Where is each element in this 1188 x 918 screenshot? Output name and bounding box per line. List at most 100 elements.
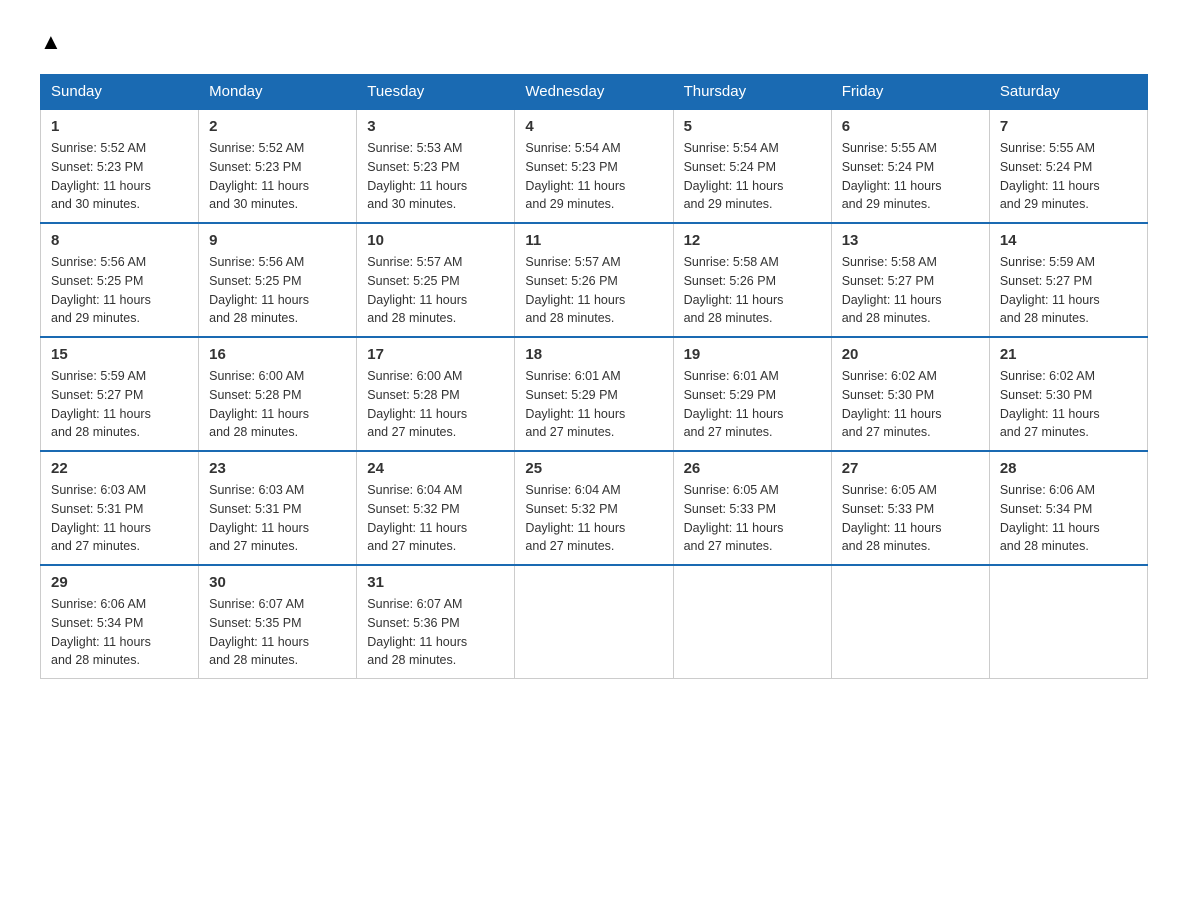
day-number: 24 [367, 460, 504, 477]
day-number: 2 [209, 118, 346, 135]
day-number: 14 [1000, 232, 1137, 249]
day-info: Sunrise: 6:05 AM Sunset: 5:33 PM Dayligh… [842, 481, 979, 556]
calendar-cell: 8 Sunrise: 5:56 AM Sunset: 5:25 PM Dayli… [41, 223, 199, 337]
day-number: 15 [51, 346, 188, 363]
day-info: Sunrise: 6:07 AM Sunset: 5:36 PM Dayligh… [367, 595, 504, 670]
day-info: Sunrise: 6:02 AM Sunset: 5:30 PM Dayligh… [842, 367, 979, 442]
calendar-cell: 31 Sunrise: 6:07 AM Sunset: 5:36 PM Dayl… [357, 565, 515, 679]
calendar-cell: 18 Sunrise: 6:01 AM Sunset: 5:29 PM Dayl… [515, 337, 673, 451]
day-number: 9 [209, 232, 346, 249]
day-info: Sunrise: 5:57 AM Sunset: 5:25 PM Dayligh… [367, 253, 504, 328]
calendar-cell: 21 Sunrise: 6:02 AM Sunset: 5:30 PM Dayl… [989, 337, 1147, 451]
day-number: 21 [1000, 346, 1137, 363]
day-info: Sunrise: 5:53 AM Sunset: 5:23 PM Dayligh… [367, 139, 504, 214]
day-info: Sunrise: 6:01 AM Sunset: 5:29 PM Dayligh… [684, 367, 821, 442]
day-info: Sunrise: 6:02 AM Sunset: 5:30 PM Dayligh… [1000, 367, 1137, 442]
day-number: 16 [209, 346, 346, 363]
day-info: Sunrise: 6:04 AM Sunset: 5:32 PM Dayligh… [525, 481, 662, 556]
day-number: 17 [367, 346, 504, 363]
day-number: 31 [367, 574, 504, 591]
day-info: Sunrise: 6:06 AM Sunset: 5:34 PM Dayligh… [1000, 481, 1137, 556]
header-sunday: Sunday [41, 75, 199, 110]
calendar-cell: 14 Sunrise: 5:59 AM Sunset: 5:27 PM Dayl… [989, 223, 1147, 337]
header-monday: Monday [199, 75, 357, 110]
day-number: 18 [525, 346, 662, 363]
calendar-cell: 20 Sunrise: 6:02 AM Sunset: 5:30 PM Dayl… [831, 337, 989, 451]
calendar-cell: 6 Sunrise: 5:55 AM Sunset: 5:24 PM Dayli… [831, 109, 989, 223]
week-row-1: 1 Sunrise: 5:52 AM Sunset: 5:23 PM Dayli… [41, 109, 1148, 223]
calendar-cell: 24 Sunrise: 6:04 AM Sunset: 5:32 PM Dayl… [357, 451, 515, 565]
day-number: 27 [842, 460, 979, 477]
calendar-cell [515, 565, 673, 679]
calendar-cell [673, 565, 831, 679]
day-number: 30 [209, 574, 346, 591]
day-number: 5 [684, 118, 821, 135]
day-number: 19 [684, 346, 821, 363]
day-number: 4 [525, 118, 662, 135]
calendar-cell: 3 Sunrise: 5:53 AM Sunset: 5:23 PM Dayli… [357, 109, 515, 223]
day-info: Sunrise: 5:56 AM Sunset: 5:25 PM Dayligh… [51, 253, 188, 328]
calendar-cell: 25 Sunrise: 6:04 AM Sunset: 5:32 PM Dayl… [515, 451, 673, 565]
day-info: Sunrise: 6:05 AM Sunset: 5:33 PM Dayligh… [684, 481, 821, 556]
day-info: Sunrise: 6:01 AM Sunset: 5:29 PM Dayligh… [525, 367, 662, 442]
calendar-cell: 11 Sunrise: 5:57 AM Sunset: 5:26 PM Dayl… [515, 223, 673, 337]
header-wednesday: Wednesday [515, 75, 673, 110]
calendar-cell: 23 Sunrise: 6:03 AM Sunset: 5:31 PM Dayl… [199, 451, 357, 565]
day-info: Sunrise: 5:55 AM Sunset: 5:24 PM Dayligh… [1000, 139, 1137, 214]
calendar-header: SundayMondayTuesdayWednesdayThursdayFrid… [41, 75, 1148, 110]
calendar-cell [989, 565, 1147, 679]
day-info: Sunrise: 6:00 AM Sunset: 5:28 PM Dayligh… [209, 367, 346, 442]
header-friday: Friday [831, 75, 989, 110]
calendar-cell: 13 Sunrise: 5:58 AM Sunset: 5:27 PM Dayl… [831, 223, 989, 337]
day-info: Sunrise: 6:04 AM Sunset: 5:32 PM Dayligh… [367, 481, 504, 556]
day-info: Sunrise: 5:58 AM Sunset: 5:26 PM Dayligh… [684, 253, 821, 328]
day-info: Sunrise: 5:59 AM Sunset: 5:27 PM Dayligh… [1000, 253, 1137, 328]
day-number: 22 [51, 460, 188, 477]
calendar-cell: 7 Sunrise: 5:55 AM Sunset: 5:24 PM Dayli… [989, 109, 1147, 223]
calendar-cell: 27 Sunrise: 6:05 AM Sunset: 5:33 PM Dayl… [831, 451, 989, 565]
day-info: Sunrise: 6:03 AM Sunset: 5:31 PM Dayligh… [51, 481, 188, 556]
day-number: 11 [525, 232, 662, 249]
header-saturday: Saturday [989, 75, 1147, 110]
day-number: 26 [684, 460, 821, 477]
day-number: 29 [51, 574, 188, 591]
calendar-cell: 10 Sunrise: 5:57 AM Sunset: 5:25 PM Dayl… [357, 223, 515, 337]
header-thursday: Thursday [673, 75, 831, 110]
day-number: 3 [367, 118, 504, 135]
week-row-2: 8 Sunrise: 5:56 AM Sunset: 5:25 PM Dayli… [41, 223, 1148, 337]
day-info: Sunrise: 6:03 AM Sunset: 5:31 PM Dayligh… [209, 481, 346, 556]
day-info: Sunrise: 5:58 AM Sunset: 5:27 PM Dayligh… [842, 253, 979, 328]
logo: ▲ [40, 30, 62, 54]
calendar-cell: 19 Sunrise: 6:01 AM Sunset: 5:29 PM Dayl… [673, 337, 831, 451]
day-info: Sunrise: 5:54 AM Sunset: 5:24 PM Dayligh… [684, 139, 821, 214]
week-row-3: 15 Sunrise: 5:59 AM Sunset: 5:27 PM Dayl… [41, 337, 1148, 451]
day-number: 23 [209, 460, 346, 477]
day-number: 6 [842, 118, 979, 135]
calendar-cell: 16 Sunrise: 6:00 AM Sunset: 5:28 PM Dayl… [199, 337, 357, 451]
day-info: Sunrise: 6:06 AM Sunset: 5:34 PM Dayligh… [51, 595, 188, 670]
day-info: Sunrise: 6:00 AM Sunset: 5:28 PM Dayligh… [367, 367, 504, 442]
calendar-cell: 4 Sunrise: 5:54 AM Sunset: 5:23 PM Dayli… [515, 109, 673, 223]
day-number: 13 [842, 232, 979, 249]
week-row-5: 29 Sunrise: 6:06 AM Sunset: 5:34 PM Dayl… [41, 565, 1148, 679]
day-info: Sunrise: 5:55 AM Sunset: 5:24 PM Dayligh… [842, 139, 979, 214]
header-tuesday: Tuesday [357, 75, 515, 110]
calendar-cell: 29 Sunrise: 6:06 AM Sunset: 5:34 PM Dayl… [41, 565, 199, 679]
calendar-cell: 30 Sunrise: 6:07 AM Sunset: 5:35 PM Dayl… [199, 565, 357, 679]
day-info: Sunrise: 5:54 AM Sunset: 5:23 PM Dayligh… [525, 139, 662, 214]
day-number: 12 [684, 232, 821, 249]
calendar-cell: 28 Sunrise: 6:06 AM Sunset: 5:34 PM Dayl… [989, 451, 1147, 565]
page-header: ▲ [40, 30, 1148, 54]
calendar-cell: 9 Sunrise: 5:56 AM Sunset: 5:25 PM Dayli… [199, 223, 357, 337]
calendar-cell: 5 Sunrise: 5:54 AM Sunset: 5:24 PM Dayli… [673, 109, 831, 223]
calendar-table: SundayMondayTuesdayWednesdayThursdayFrid… [40, 74, 1148, 679]
calendar-cell: 22 Sunrise: 6:03 AM Sunset: 5:31 PM Dayl… [41, 451, 199, 565]
day-info: Sunrise: 5:52 AM Sunset: 5:23 PM Dayligh… [51, 139, 188, 214]
calendar-cell: 15 Sunrise: 5:59 AM Sunset: 5:27 PM Dayl… [41, 337, 199, 451]
day-number: 8 [51, 232, 188, 249]
day-info: Sunrise: 5:52 AM Sunset: 5:23 PM Dayligh… [209, 139, 346, 214]
calendar-body: 1 Sunrise: 5:52 AM Sunset: 5:23 PM Dayli… [41, 109, 1148, 679]
day-info: Sunrise: 6:07 AM Sunset: 5:35 PM Dayligh… [209, 595, 346, 670]
day-number: 7 [1000, 118, 1137, 135]
day-info: Sunrise: 5:56 AM Sunset: 5:25 PM Dayligh… [209, 253, 346, 328]
